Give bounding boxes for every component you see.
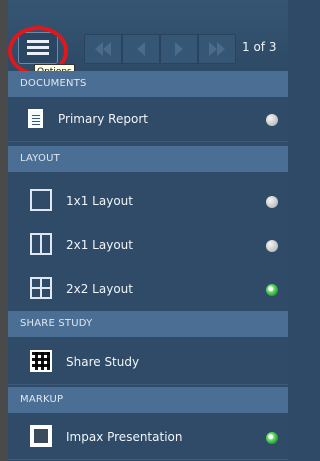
list-item-share-study[interactable]: Share Study [8, 340, 288, 385]
four-pane-icon [30, 277, 52, 299]
document-icon [28, 109, 43, 128]
top-toolbar: 1 of 3 [8, 0, 288, 76]
next-page-button[interactable] [160, 34, 198, 64]
list-item-label: 2x2 Layout [66, 282, 133, 296]
presentation-icon [30, 425, 52, 447]
radio-indicator-selected[interactable] [266, 432, 278, 444]
double-right-icon [209, 42, 217, 56]
two-pane-icon [30, 233, 52, 255]
qr-code-icon [30, 350, 52, 372]
list-item-1x1-layout[interactable]: 1x1 Layout [8, 179, 288, 224]
list-item-label: Primary Report [58, 112, 148, 126]
section-layout: LAYOUT [8, 146, 288, 172]
list-item-2x1-layout[interactable]: 2x1 Layout [8, 223, 288, 268]
right-arrow-icon [175, 42, 183, 56]
list-item-label: 1x1 Layout [66, 194, 133, 208]
previous-page-button[interactable] [122, 34, 160, 64]
single-pane-icon [30, 189, 52, 211]
first-page-button[interactable] [84, 34, 122, 64]
section-share-study: SHARE STUDY [8, 311, 288, 337]
list-item-impax-presentation[interactable]: Impax Presentation [8, 415, 288, 460]
list-item-label: Impax Presentation [66, 430, 183, 444]
list-item-primary-report[interactable]: Primary Report [8, 97, 288, 142]
list-item-label: 2x1 Layout [66, 238, 133, 252]
page-indicator: 1 of 3 [242, 40, 277, 54]
list-item-2x2-layout[interactable]: 2x2 Layout [8, 267, 288, 312]
left-arrow-icon [137, 42, 145, 56]
options-panel: 1 of 3 Options DOCUMENTS Primary Report … [8, 0, 288, 461]
radio-indicator[interactable] [266, 240, 278, 252]
radio-indicator[interactable] [266, 196, 278, 208]
radio-indicator-selected[interactable] [266, 284, 278, 296]
double-left-icon [95, 42, 103, 56]
radio-indicator[interactable] [266, 114, 278, 126]
section-documents: DOCUMENTS [8, 71, 288, 97]
list-item-label: Share Study [66, 355, 140, 369]
section-markup: MARKUP [8, 387, 288, 413]
last-page-button[interactable] [198, 34, 236, 64]
left-edge-strip [0, 0, 8, 461]
